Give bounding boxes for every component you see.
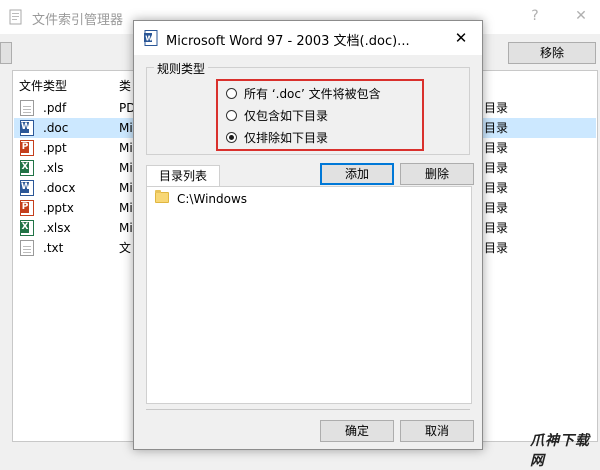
generic-file-icon <box>20 240 34 256</box>
dialog-title: Microsoft Word 97 - 2003 文档(.doc)... <box>166 34 410 49</box>
word-file-icon <box>20 180 34 196</box>
dialog-close-button[interactable]: ✕ <box>446 26 476 50</box>
dialog-title-bar: W Microsoft Word 97 - 2003 文档(.doc)... ✕ <box>134 21 482 55</box>
rule-summary: 目录 <box>484 161 509 175</box>
tab-directory-list[interactable]: 目录列表 <box>146 165 220 187</box>
remove-button[interactable]: 移除 <box>508 42 596 64</box>
radio-label[interactable]: 仅排除如下目录 <box>244 130 328 146</box>
radio-button[interactable] <box>226 88 237 99</box>
watermark: 爪神下载网 <box>530 433 590 469</box>
rule-summary: 目录 <box>484 221 509 235</box>
main-window-title: 文件索引管理器 <box>32 13 124 28</box>
word-document-icon: W <box>144 30 158 46</box>
file-extension: .xls <box>43 161 64 175</box>
rule-type-group-label: 规则类型 <box>154 60 209 77</box>
divider <box>146 409 470 410</box>
file-extension: .pptx <box>43 201 74 215</box>
file-extension: .doc <box>43 121 69 135</box>
main-close-button[interactable]: ✕ <box>566 4 596 28</box>
column-header-type[interactable]: 类 <box>119 77 131 95</box>
radio-button[interactable] <box>226 110 237 121</box>
file-extension: .xlsx <box>43 221 71 235</box>
cancel-button[interactable]: 取消 <box>400 420 474 442</box>
svg-text:W: W <box>145 35 153 43</box>
rule-summary: 目录 <box>484 201 509 215</box>
file-extension: .docx <box>43 181 76 195</box>
radio-button-checked[interactable] <box>226 132 237 143</box>
rule-summary: 目录 <box>484 181 509 195</box>
ppt-file-icon <box>20 200 34 216</box>
column-header-file-type[interactable]: 文件类型 <box>19 77 67 95</box>
add-button[interactable]: 添加 <box>320 163 394 185</box>
app-icon <box>8 9 24 25</box>
rule-summary: 目录 <box>484 141 509 155</box>
rule-dialog: W Microsoft Word 97 - 2003 文档(.doc)... ✕… <box>133 20 483 450</box>
word-file-icon <box>20 120 34 136</box>
ppt-file-icon <box>20 140 34 156</box>
generic-file-icon <box>20 100 34 116</box>
ok-button[interactable]: 确定 <box>320 420 394 442</box>
excel-file-icon <box>20 220 34 236</box>
excel-file-icon <box>20 160 34 176</box>
file-extension: .txt <box>43 241 64 255</box>
folder-icon <box>155 190 169 203</box>
delete-button[interactable]: 删除 <box>400 163 474 185</box>
help-button[interactable]: ? <box>520 4 550 28</box>
directory-list[interactable]: C:\Windows <box>146 186 472 404</box>
radio-label[interactable]: 仅包含如下目录 <box>244 108 328 124</box>
rule-summary: 目录 <box>484 101 509 115</box>
rule-summary: 目录 <box>484 121 509 135</box>
file-extension: .pdf <box>43 101 67 115</box>
main-toolbar-button[interactable] <box>0 42 12 64</box>
rule-summary: 目录 <box>484 241 509 255</box>
radio-label[interactable]: 所有 ‘.doc’ 文件将被包含 <box>244 86 381 102</box>
directory-path: C:\Windows <box>177 192 248 206</box>
file-extension: .ppt <box>43 141 67 155</box>
